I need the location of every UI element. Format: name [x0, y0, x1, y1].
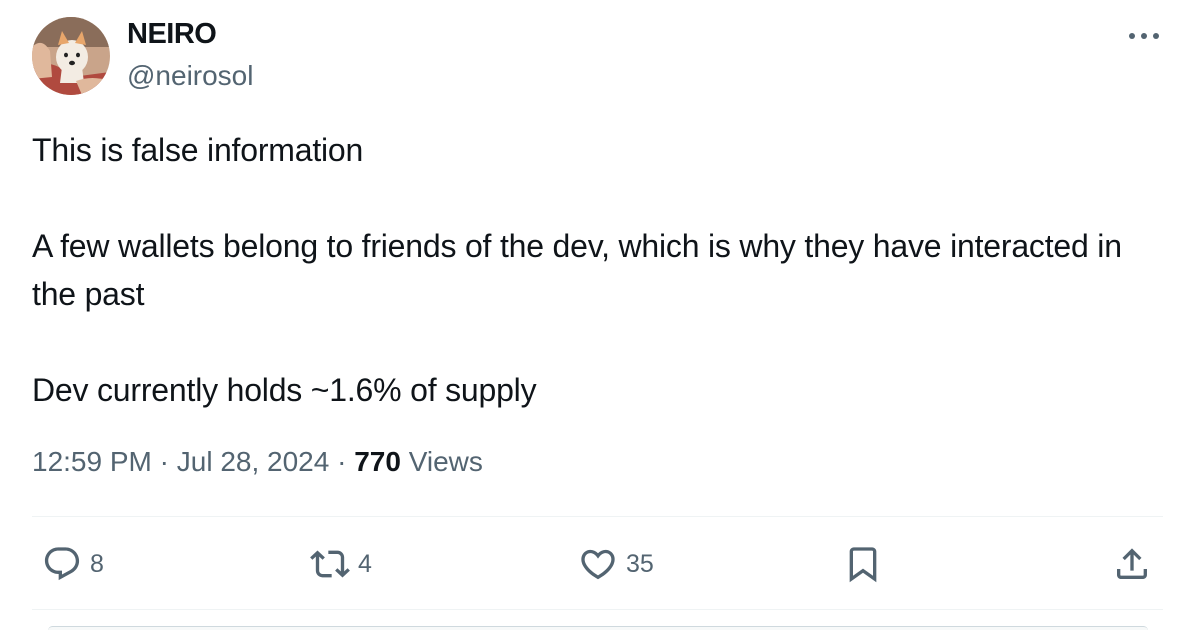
reply-icon — [44, 547, 80, 581]
like-count: 35 — [626, 549, 654, 578]
author-display-name[interactable]: NEIRO — [127, 18, 217, 51]
avatar-image — [32, 17, 110, 95]
divider — [32, 609, 1163, 610]
tweet-paragraph: Dev currently holds ~1.6% of supply — [32, 372, 537, 408]
reply-count: 8 — [90, 549, 104, 578]
tweet-time[interactable]: 12:59 PM — [32, 446, 152, 477]
retweet-button[interactable]: 4 — [310, 544, 372, 584]
views-label: Views — [408, 446, 483, 477]
retweet-icon — [310, 550, 350, 578]
avatar[interactable] — [32, 17, 110, 95]
heart-icon — [581, 549, 615, 580]
more-icon — [1129, 33, 1159, 39]
share-button[interactable] — [1112, 544, 1152, 584]
bookmark-button[interactable] — [843, 544, 883, 584]
views-count: 770 — [354, 446, 401, 477]
author-handle[interactable]: @neirosol — [127, 60, 253, 92]
tweet-paragraph: This is false information — [32, 132, 364, 168]
more-options-button[interactable] — [1124, 22, 1164, 50]
like-button[interactable]: 35 — [578, 544, 654, 584]
meta-separator: · — [329, 446, 355, 477]
tweet-date[interactable]: Jul 28, 2024 — [177, 446, 330, 477]
share-icon — [1117, 548, 1147, 579]
tweet-meta: 12:59 PM · Jul 28, 2024 · 770 Views — [32, 446, 483, 478]
meta-separator: · — [151, 446, 177, 477]
tweet-paragraph: A few wallets belong to friends of the d… — [32, 228, 1122, 312]
tweet-text: This is false information A few wallets … — [32, 126, 1152, 414]
reply-button[interactable]: 8 — [42, 544, 104, 584]
retweet-count: 4 — [358, 549, 372, 578]
reply-composer-edge — [48, 626, 1148, 630]
bookmark-icon — [849, 547, 877, 583]
divider — [32, 516, 1163, 517]
